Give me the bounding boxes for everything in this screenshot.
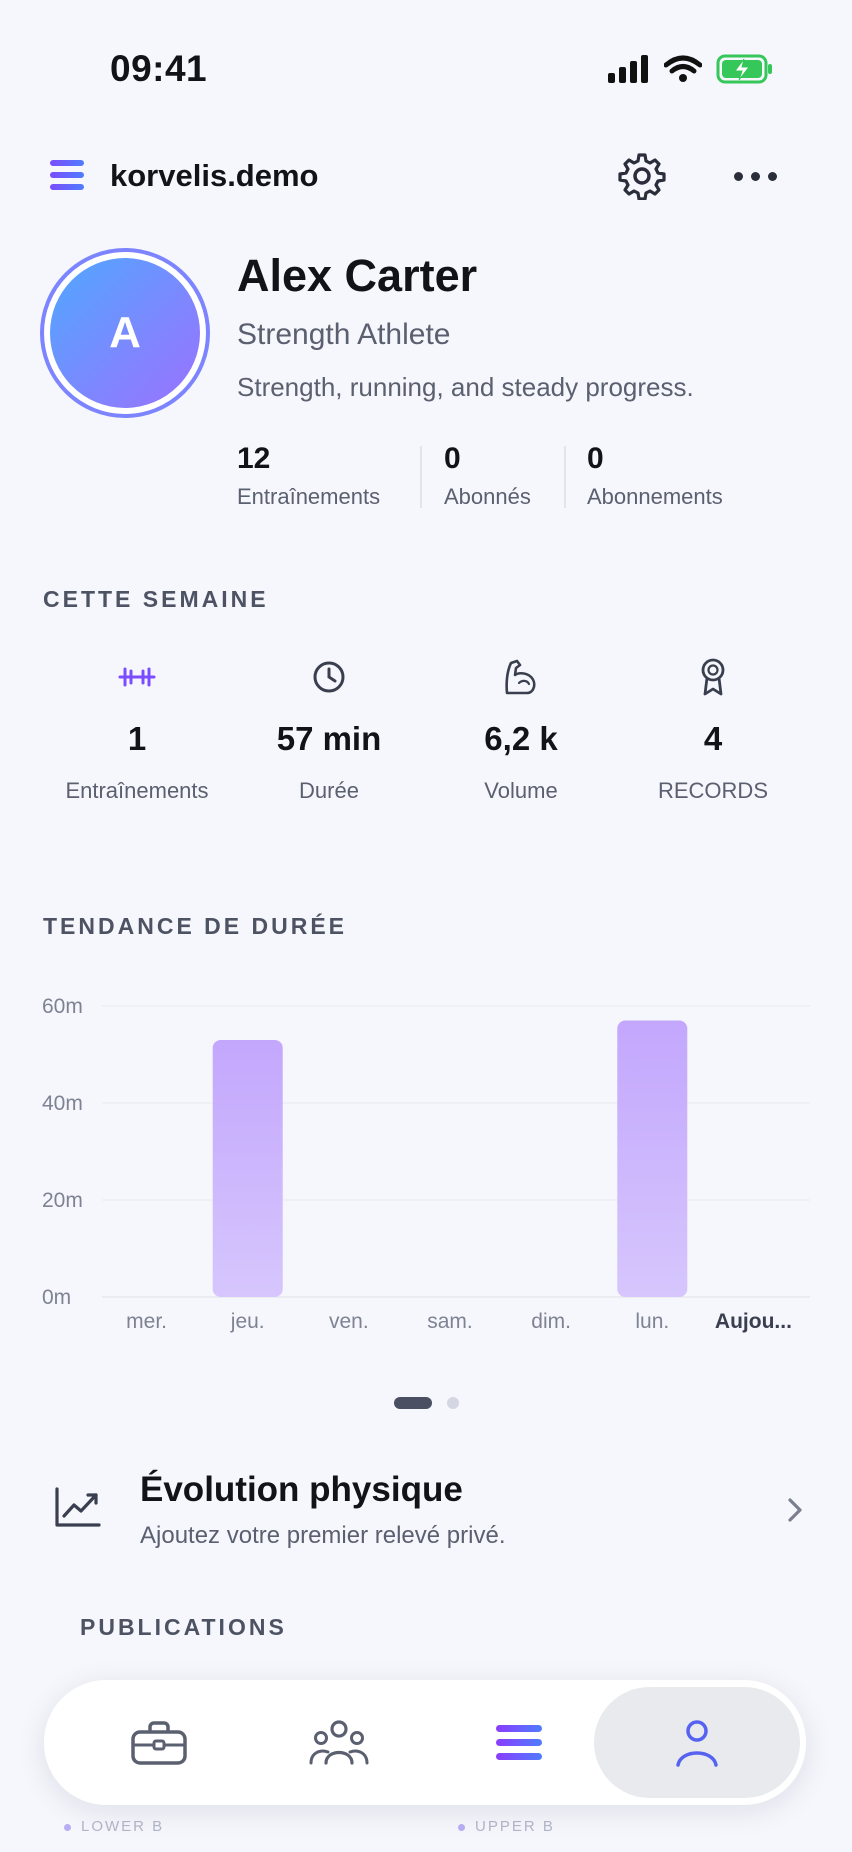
cellular-signal-icon [608, 55, 648, 83]
menu-icon[interactable] [50, 158, 86, 192]
stat-value: 0 [444, 442, 461, 475]
week-stat-duration: 57 min Durée [234, 656, 424, 804]
stat-divider [564, 446, 566, 508]
physical-evolution-subtitle: Ajoutez votre premier relevé privé. [140, 1522, 506, 1549]
battery-charging-icon [716, 54, 772, 84]
publications-title: PUBLICATIONS [80, 1614, 287, 1640]
week-stat-volume: 6,2 k Volume [426, 656, 616, 804]
stat-label: Abonnements [587, 484, 723, 509]
chart-x-tick: dim. [531, 1310, 571, 1333]
flexed-arm-icon [505, 659, 536, 695]
chart-y-tick: 20m [42, 1189, 83, 1212]
chart-bar[interactable] [212, 1039, 283, 1297]
stat-label: Entraînements [237, 484, 381, 509]
week-stat-label: Entraînements [65, 778, 209, 803]
physical-evolution-title: Évolution physique [140, 1470, 463, 1509]
week-stat-value: 6,2 k [484, 720, 558, 757]
avatar-initial: A [50, 258, 200, 408]
post-tag: UPPER B [458, 1818, 555, 1835]
dumbbell-icon [118, 667, 156, 687]
chart-x-tick: Aujou... [715, 1310, 792, 1333]
week-stat-records: 4 RECORDS [618, 656, 808, 804]
week-stat-workouts: 1 Entraînements [42, 656, 232, 804]
trend-chart-icon [55, 1487, 101, 1527]
profile-handle: korvelis.demo [110, 158, 319, 193]
menu-lines-icon [496, 1724, 542, 1760]
stat-workouts[interactable]: 12 Entraînements [237, 442, 380, 510]
week-stat-value: 1 [127, 720, 147, 757]
more-dot-icon [751, 171, 760, 181]
week-stat-value: 57 min [276, 720, 382, 757]
stat-divider [420, 446, 422, 508]
chart-x-tick: lun. [635, 1310, 669, 1333]
this-week-title: CETTE SEMAINE [43, 586, 269, 612]
profile-role: Strength Athlete [237, 318, 451, 351]
more-options-button[interactable] [734, 164, 780, 188]
profile-name: Alex Carter [237, 250, 478, 301]
stat-followers[interactable]: 0 Abonnés [444, 442, 531, 510]
chevron-right-icon [788, 1498, 802, 1522]
chart-bar[interactable] [617, 1020, 688, 1297]
week-stat-label: RECORDS [657, 778, 768, 803]
settings-button[interactable] [618, 152, 666, 201]
avatar[interactable]: A [40, 248, 210, 418]
tab-community[interactable] [264, 1680, 414, 1805]
briefcase-icon [131, 1720, 187, 1765]
pager-dot[interactable] [447, 1397, 459, 1409]
status-time: 09:41 [110, 48, 208, 89]
stat-value: 0 [587, 442, 604, 475]
chart-y-tick: 40m [42, 1092, 83, 1115]
post-tag: LOWER B [64, 1818, 164, 1835]
clock-icon [313, 661, 345, 693]
gear-icon [618, 153, 666, 201]
tab-profile[interactable] [594, 1687, 800, 1798]
chart-x-tick: jeu. [230, 1310, 265, 1333]
duration-trend-chart: 0m 20m 40m 60m mer. jeu. ven. sam. dim. lun. Aujou… [42, 995, 810, 1333]
group-icon [309, 1719, 369, 1765]
profile-bio: Strength, running, and steady progress. [237, 372, 694, 402]
duration-trend-title: TENDANCE DE DURÉE [43, 913, 348, 939]
chart-y-tick: 60m [42, 995, 83, 1018]
tab-bar [44, 1680, 806, 1805]
week-stat-label: Volume [484, 778, 558, 803]
status-icons [608, 52, 774, 86]
stat-label: Abonnés [444, 484, 531, 509]
medal-icon [701, 658, 725, 696]
person-icon [676, 1719, 718, 1767]
stat-value: 12 [237, 442, 271, 475]
chart-y-tick: 0m [42, 1286, 71, 1309]
pager-dot-active[interactable] [394, 1397, 432, 1409]
tab-workouts[interactable] [84, 1680, 234, 1805]
week-stat-label: Durée [299, 778, 359, 803]
tab-feed[interactable] [444, 1680, 594, 1805]
chart-x-tick: ven. [329, 1310, 369, 1333]
week-stat-value: 4 [703, 720, 723, 757]
more-dot-icon [768, 171, 777, 181]
wifi-icon [664, 55, 702, 82]
stat-following[interactable]: 0 Abonnements [587, 442, 723, 510]
chart-x-tick: mer. [126, 1310, 167, 1333]
more-dot-icon [734, 171, 743, 181]
chart-x-tick: sam. [427, 1310, 473, 1333]
